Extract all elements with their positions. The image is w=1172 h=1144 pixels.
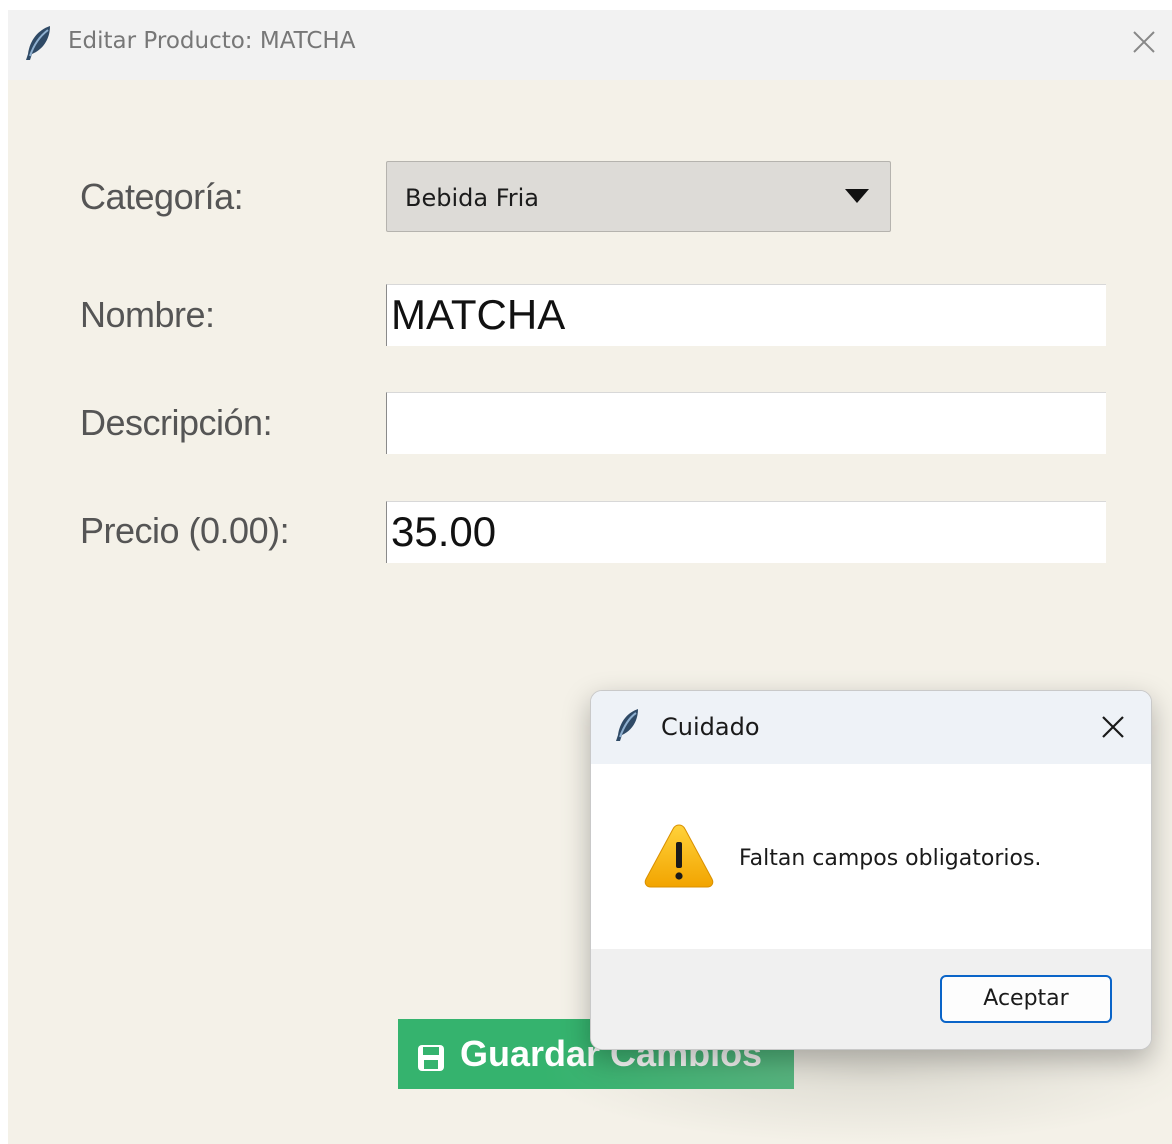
dialog-message: Faltan campos obligatorios. <box>739 846 1042 871</box>
dialog-footer: Aceptar <box>591 949 1151 1049</box>
feather-icon <box>616 709 638 741</box>
accept-button[interactable]: Aceptar <box>940 975 1112 1023</box>
nombre-input[interactable]: MATCHA <box>386 284 1106 346</box>
warning-icon <box>644 824 714 888</box>
window-title: Editar Producto: MATCHA <box>68 28 356 54</box>
categoria-select[interactable]: Bebida Fria <box>386 161 891 232</box>
dialog-titlebar: Cuidado <box>591 691 1151 764</box>
feather-icon <box>26 26 50 60</box>
descripcion-label: Descripción: <box>80 402 273 443</box>
descripcion-input[interactable] <box>386 392 1106 454</box>
save-icon <box>418 1045 444 1071</box>
warning-dialog: Cuidado Faltan campos obligatorios. Acep… <box>590 690 1152 1050</box>
window-titlebar: Editar Producto: MATCHA <box>8 10 1172 80</box>
categoria-selected-value: Bebida Fria <box>405 184 540 212</box>
precio-label: Precio (0.00): <box>80 510 290 551</box>
nombre-label: Nombre: <box>80 294 215 335</box>
categoria-label: Categoría: <box>80 176 244 217</box>
dialog-title: Cuidado <box>661 713 760 741</box>
precio-input[interactable]: 35.00 <box>386 501 1106 563</box>
close-icon[interactable] <box>1097 711 1129 743</box>
dialog-body: Faltan campos obligatorios. <box>591 764 1151 949</box>
dropdown-arrow-icon[interactable] <box>844 188 870 204</box>
close-icon[interactable] <box>1124 22 1164 62</box>
